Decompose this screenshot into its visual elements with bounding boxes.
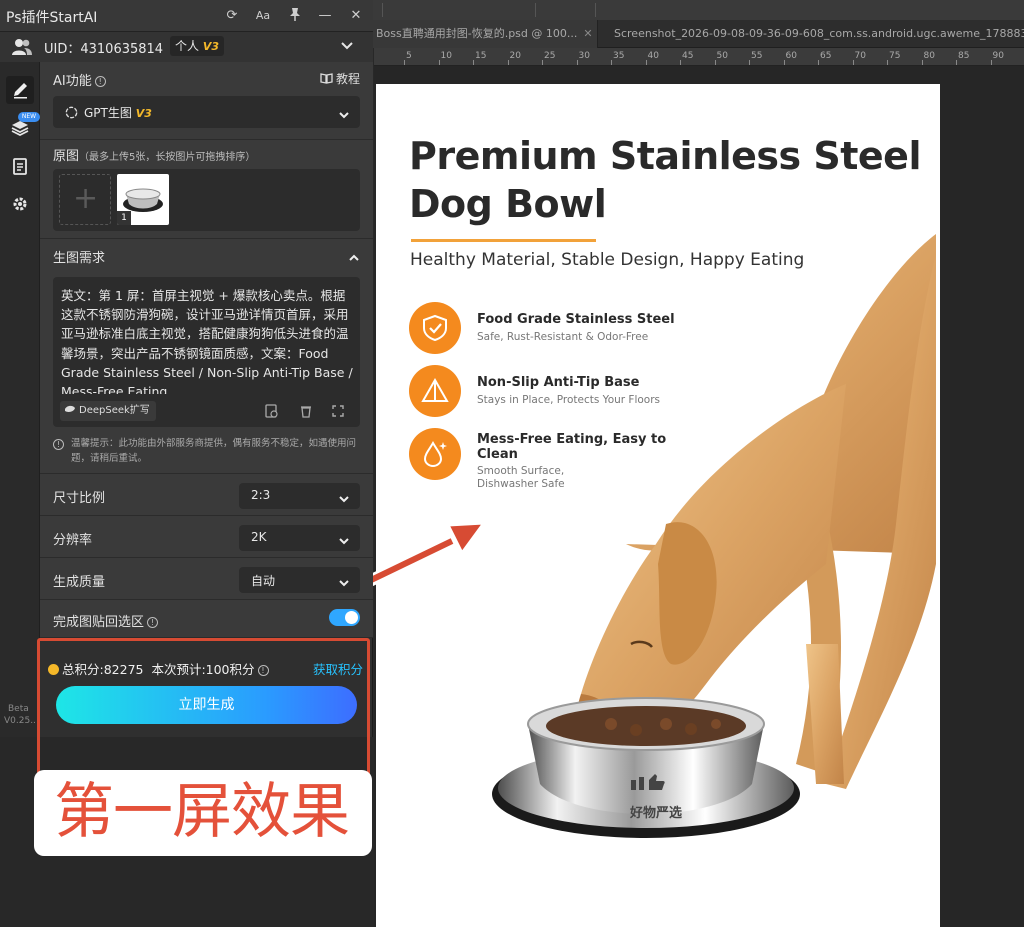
service-tip-text: 温馨提示：此功能由外部服务商提供，偶有服务不稳定，如遇使用问题，请稍后重试。 [71, 438, 357, 464]
beta-label: Beta [8, 704, 29, 714]
model-version: V3 [135, 107, 152, 120]
pin-icon[interactable] [286, 7, 304, 27]
quality-label: 生成质量 [53, 575, 106, 590]
model-label: GPT生图 [84, 106, 132, 120]
chevron-up-icon[interactable] [348, 249, 360, 268]
startai-plugin-panel: Ps插件StartAI ⟳ Aa — ✕ UID：4310635814 个人 V… [0, 0, 373, 737]
panel-titlebar: Ps插件StartAI ⟳ Aa — ✕ [0, 0, 373, 32]
version-label: V0.25.. [4, 716, 36, 726]
sidebar-settings-button[interactable] [6, 190, 34, 218]
chevron-down-icon[interactable] [340, 38, 354, 57]
deepseek-expand-button[interactable]: DeepSeek扩写 [60, 401, 156, 421]
toggle-knob [345, 611, 358, 624]
ratio-value: 2:3 [251, 488, 271, 502]
ai-function-label: AI功能! [53, 70, 106, 89]
prompt-text: 英文：第 1 屏：首屏主视觉 + 爆款核心卖点。根据这款不锈钢防滑狗碗，设计亚马… [61, 288, 353, 394]
plus-icon: + [73, 181, 99, 216]
ai-function-text: AI功能 [53, 74, 92, 89]
thumbnail-index: 1 [117, 211, 131, 225]
chevron-down-icon [338, 490, 350, 509]
ratio-select[interactable]: 2:3 [239, 483, 360, 509]
panel-main: AI功能! 教程 GPT生图 V3 原图（最多上传5张，长按图片可拖拽排序） + [40, 62, 373, 737]
quality-row: 生成质量 自动 [40, 558, 373, 600]
resolution-value: 2K [251, 530, 267, 544]
info-icon[interactable]: ! [94, 76, 106, 87]
source-label-text: 原图 [53, 149, 80, 164]
minimize-icon[interactable]: — [316, 7, 334, 25]
resolution-row: 分辨率 2K [40, 516, 373, 558]
history-icon[interactable] [263, 403, 279, 419]
ratio-label: 尺寸比例 [53, 491, 106, 506]
annotation-caption: 第一屏效果 [34, 770, 372, 856]
source-thumbnail[interactable]: 1 [117, 174, 169, 225]
sidebar-clipboard-button[interactable] [6, 152, 34, 180]
whale-icon [65, 405, 75, 412]
openai-icon [65, 106, 78, 119]
pencil-icon [14, 83, 27, 99]
quality-select[interactable]: 自动 [239, 567, 360, 593]
plan-label: 个人 [175, 39, 200, 53]
panel-title: Ps插件StartAI [6, 10, 98, 26]
warning-icon: ! [53, 439, 64, 450]
quality-value: 自动 [251, 574, 276, 588]
users-icon [12, 38, 32, 60]
paste-back-label: 完成图贴回选区! [53, 611, 159, 630]
tutorial-text: 教程 [335, 72, 360, 86]
close-icon[interactable]: ✕ [347, 7, 365, 25]
panel-sidebar: NEW Beta V0.25.. [0, 62, 40, 737]
clipboard-icon [13, 158, 27, 175]
paste-back-row: 完成图贴回选区! [40, 600, 373, 638]
annotation-highlight-box [37, 638, 370, 776]
chevron-down-icon [338, 574, 350, 593]
add-image-button[interactable]: + [59, 174, 111, 225]
tutorial-link[interactable]: 教程 [320, 70, 360, 87]
ratio-row: 尺寸比例 2:3 [40, 474, 373, 516]
prompt-label: 生图需求 [53, 251, 106, 266]
uid-text: UID：4310635814 [44, 42, 164, 57]
model-select[interactable]: GPT生图 V3 [53, 96, 360, 128]
chevron-down-icon [338, 532, 350, 551]
prompt-textarea[interactable]: 英文：第 1 屏：首屏主视觉 + 爆款核心卖点。根据这款不锈钢防滑狗碗，设计亚马… [53, 277, 360, 427]
upload-area: + 1 [53, 169, 360, 231]
chevron-down-icon [338, 106, 350, 125]
paste-back-toggle[interactable] [329, 609, 360, 626]
paste-back-text: 完成图贴回选区 [53, 615, 145, 630]
account-bar[interactable]: UID：4310635814 个人 V3 [0, 32, 373, 62]
new-badge: NEW [18, 112, 40, 122]
annotation-caption-text: 第一屏效果 [54, 777, 350, 847]
sidebar-edit-button[interactable] [6, 76, 34, 104]
resolution-select[interactable]: 2K [239, 525, 360, 551]
deepseek-label: DeepSeek扩写 [79, 405, 150, 416]
refresh-icon[interactable]: ⟳ [223, 7, 241, 25]
source-hint: （最多上传5张，长按图片可拖拽排序） [79, 152, 256, 163]
trash-icon[interactable] [298, 403, 314, 419]
ai-function-section: AI功能! 教程 GPT生图 V3 [40, 62, 373, 140]
plan-version: V3 [202, 40, 220, 53]
info-icon[interactable]: ! [147, 617, 159, 628]
source-label: 原图（最多上传5张，长按图片可拖拽排序） [53, 145, 255, 164]
plan-badge: 个人 V3 [170, 36, 225, 56]
book-icon [320, 72, 333, 87]
font-size-icon[interactable]: Aa [254, 7, 272, 25]
resolution-label: 分辨率 [53, 533, 93, 548]
service-tip: ! 温馨提示：此功能由外部服务商提供，偶有服务不稳定，如遇使用问题，请稍后重试。 [53, 436, 363, 466]
gear-icon [13, 197, 27, 211]
expand-icon[interactable] [330, 403, 346, 419]
model-select-value: GPT生图 V3 [65, 104, 152, 121]
